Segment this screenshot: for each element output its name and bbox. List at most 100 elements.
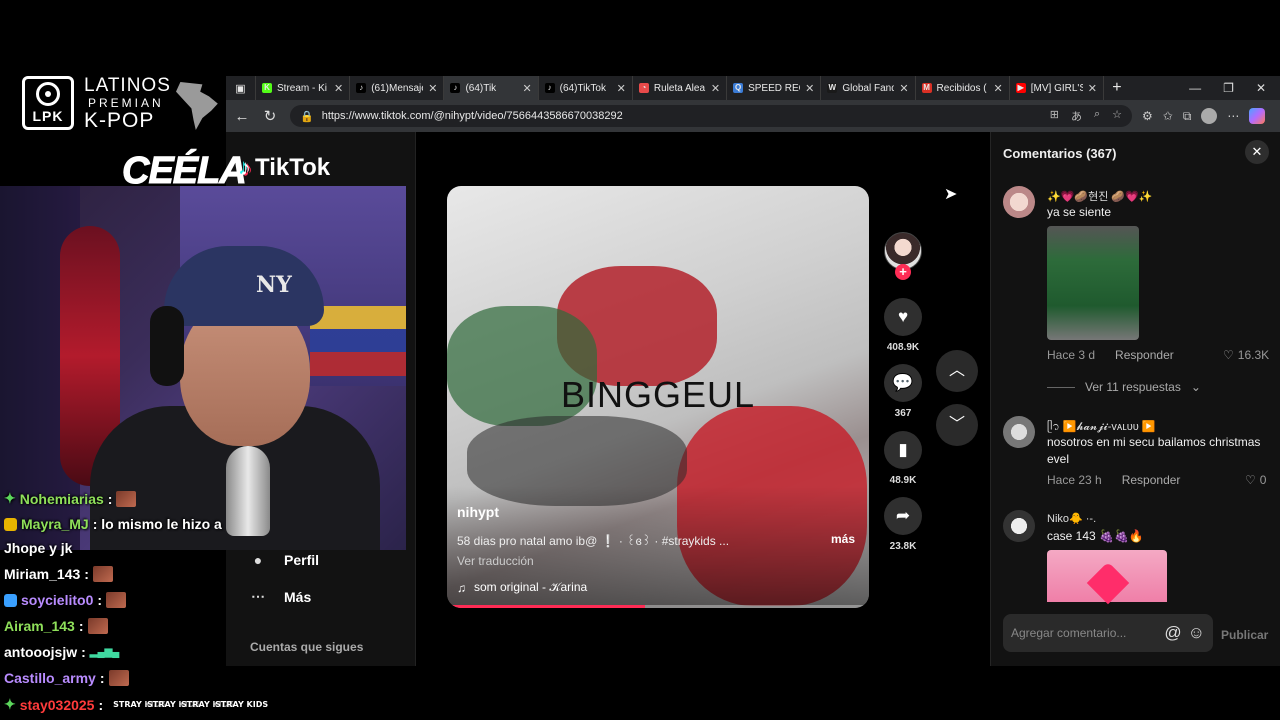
tab-actions-icon: ▣ [235, 82, 246, 95]
chat-username[interactable]: Nohemiarias [20, 491, 104, 507]
logo-line-3: K-POP [84, 109, 155, 132]
previous-video-button[interactable]: ︿ [936, 350, 978, 392]
comment-input[interactable]: Agregar comentario... @ ☺ [1003, 614, 1213, 652]
comment-like-button[interactable]: ♡ 16.3K [1223, 348, 1269, 362]
commenter-avatar[interactable] [1003, 186, 1035, 218]
sidebar-item-label: Más [284, 588, 312, 605]
chat-username[interactable]: Castillo_army [4, 670, 96, 686]
view-replies-button[interactable]: Ver 11 respuestas ⌄ [1047, 380, 1201, 394]
favorite-star-icon[interactable]: ☆ [1112, 108, 1122, 124]
site-info-icon[interactable]: 🔒 [300, 110, 314, 123]
emoji-icon[interactable]: ☺ [1188, 623, 1205, 643]
tab-favicon-icon: ♪ [450, 83, 461, 93]
comment-meta: Hace 23 h Responder [1047, 473, 1180, 487]
browser-tab[interactable]: ▶ [MV] GIRL'S ✕ [1010, 76, 1104, 100]
post-comment-button[interactable]: Publicar [1221, 628, 1268, 642]
new-tab-button[interactable]: + [1104, 76, 1130, 100]
extensions-icon[interactable]: ⚙ [1142, 109, 1153, 123]
sidebar-item-profile[interactable]: ● Perfil [248, 552, 319, 568]
reply-button[interactable]: Responder [1122, 473, 1181, 487]
back-button[interactable]: ← [228, 108, 256, 125]
tab-actions-button[interactable]: ▣ [226, 76, 256, 100]
close-tab-icon[interactable]: ✕ [711, 82, 720, 95]
app-available-icon[interactable]: ⊞ [1050, 108, 1059, 124]
video-progress-bar[interactable] [447, 605, 869, 608]
reply-button[interactable]: Responder [1115, 348, 1174, 362]
video-player[interactable]: BINGGEUL nihypt 58 dias pro natal amo ib… [447, 186, 869, 608]
restore-button[interactable]: ❐ [1223, 81, 1234, 95]
save-button[interactable]: ▮ [884, 431, 922, 469]
close-tab-icon[interactable]: ✕ [428, 82, 437, 95]
close-tab-icon[interactable]: ✕ [899, 82, 908, 95]
chat-message: Miriam_143: [4, 566, 113, 582]
browser-tab[interactable]: ♪ (64)Tik ✕ [444, 76, 539, 100]
translate-link[interactable]: Ver traducción [457, 554, 534, 568]
comment-text: case 143 🍇🍇🔥 [1047, 529, 1144, 543]
emote-icon [108, 670, 129, 686]
url-text: https://www.tiktok.com/@nihypt/video/756… [321, 110, 623, 122]
commenter-avatar[interactable] [1003, 416, 1035, 448]
close-tab-icon[interactable]: ✕ [994, 82, 1003, 95]
zoom-icon[interactable]: ⌕ [1094, 108, 1100, 124]
stray-kids-emote: STRAY KIDS [215, 699, 269, 709]
tab-favicon-icon: M [921, 83, 932, 93]
logo-badge-text: LPK [32, 108, 64, 124]
chat-username[interactable]: Miriam_143 [4, 566, 80, 582]
browser-tab[interactable]: K Stream - Ki ✕ [256, 76, 351, 100]
video-author[interactable]: nihypt [457, 504, 499, 520]
chat-text: : [97, 592, 103, 608]
url-field[interactable]: 🔒 https://www.tiktok.com/@nihypt/video/7… [290, 105, 1132, 127]
description-more-button[interactable]: más [831, 532, 855, 546]
comment-image[interactable] [1047, 550, 1167, 605]
sidebar-item-more[interactable]: ⋯ Más [248, 588, 311, 605]
favorites-icon[interactable]: ✩ [1163, 109, 1173, 123]
emote-icon [116, 490, 137, 507]
browser-tab[interactable]: W Global Fand ✕ [821, 76, 916, 100]
close-tab-icon[interactable]: ✕ [334, 82, 343, 95]
browser-tab[interactable]: ◔ Ruleta Alea ✕ [633, 76, 728, 100]
chevron-down-icon: ⌄ [1190, 380, 1201, 394]
chat-username[interactable]: Mayra_MJ [21, 516, 89, 532]
badge-icon [4, 593, 17, 607]
close-window-button[interactable]: ✕ [1256, 81, 1266, 95]
minimize-button[interactable]: — [1189, 81, 1201, 95]
like-button[interactable]: ♥ [884, 298, 922, 336]
comment-button[interactable]: 💬 [884, 364, 922, 402]
video-sound[interactable]: ♫ som original - 𝒦arina [457, 580, 587, 595]
mention-icon[interactable]: @ [1164, 623, 1181, 643]
close-tab-icon[interactable]: ✕ [522, 82, 531, 95]
cap-logo: NY [256, 272, 292, 298]
browser-tab[interactable]: Q SPEED REC ✕ [727, 76, 822, 100]
close-tab-icon[interactable]: ✕ [805, 82, 814, 95]
translate-icon[interactable]: あ [1071, 108, 1082, 124]
chat-username[interactable]: antooojsjw [4, 644, 77, 660]
chat-username[interactable]: soycielito0 [21, 592, 93, 608]
comment-author[interactable]: ✨💗🥔현진 🥔💗✨ [1047, 188, 1152, 204]
comment-image[interactable] [1047, 226, 1139, 340]
refresh-button[interactable]: ↻ [256, 107, 284, 125]
comment-text: ya se siente [1047, 205, 1112, 219]
copilot-icon[interactable] [1249, 108, 1266, 124]
browser-tab[interactable]: ♪ (61)Mensaje ✕ [350, 76, 445, 100]
browser-tab[interactable]: ♪ (64)TikTok ✕ [539, 76, 633, 100]
mouse-cursor: ➤ [944, 186, 958, 203]
heart-icon: ♥ [897, 307, 909, 326]
comment-author[interactable]: Niko🐥 ·-. [1047, 512, 1096, 525]
emote-icon [106, 592, 127, 608]
browser-tab[interactable]: M Recibidos (✕ [916, 76, 1010, 100]
profile-avatar[interactable] [1201, 108, 1218, 124]
tab-favicon-icon: W [827, 83, 838, 93]
next-video-button[interactable]: ﹀ [936, 404, 978, 446]
collections-icon[interactable]: ⧉ [1183, 109, 1192, 124]
share-button[interactable]: ➦ [884, 497, 922, 535]
video-description: 58 dias pro natal amo ib@ ❕ · ꒰ɞ꒱ · #str… [457, 534, 730, 548]
commenter-avatar[interactable] [1003, 510, 1035, 542]
close-tab-icon[interactable]: ✕ [1088, 82, 1097, 95]
comment-like-button[interactable]: ♡ 0 [1245, 473, 1266, 487]
chat-username[interactable]: Airam_143 [4, 618, 75, 634]
close-tab-icon[interactable]: ✕ [617, 82, 626, 95]
more-menu-icon[interactable]: ⋯ [1227, 109, 1239, 123]
close-comments-button[interactable]: ✕ [1245, 140, 1269, 164]
follow-plus-icon[interactable]: + [895, 264, 911, 280]
chat-username[interactable]: stay032025 [20, 697, 95, 713]
